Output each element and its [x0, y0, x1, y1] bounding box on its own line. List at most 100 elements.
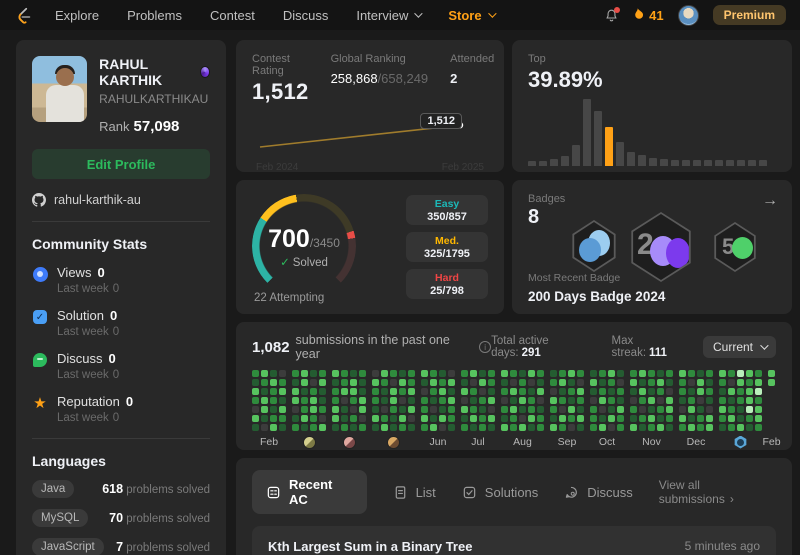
heatmap-cell: [568, 406, 575, 413]
heatmap-cell: [350, 415, 357, 422]
heatmap-cell: [292, 370, 299, 377]
axis-end-label: Feb 2025: [441, 162, 484, 173]
stat-sub-value: 0: [112, 326, 120, 338]
heatmap-cell: [261, 424, 268, 431]
notifications-bell-icon[interactable]: [604, 6, 621, 23]
histogram-bar: [649, 157, 657, 166]
histogram-bar: [704, 159, 712, 166]
info-icon[interactable]: [479, 341, 492, 353]
heatmap-cell: [679, 424, 686, 431]
heatmap-cell: [301, 424, 308, 431]
badge-50-days-icon: 5: [714, 222, 756, 272]
stat-name: Solution: [57, 308, 104, 323]
rating-histogram[interactable]: [528, 99, 776, 166]
check-icon: ✓: [280, 257, 290, 269]
language-count-value: 7: [116, 540, 124, 554]
heatmap-cell: [421, 370, 428, 377]
difficulty-label: Easy: [434, 197, 460, 210]
profile-photo[interactable]: [32, 56, 88, 122]
edit-profile-button[interactable]: Edit Profile: [32, 149, 210, 179]
global-ranking-value: 258,868: [330, 71, 378, 86]
language-solved-count: 70 problems solved: [109, 511, 210, 525]
stat-sub-value: 0: [112, 283, 120, 295]
badges-arrow-icon[interactable]: [762, 192, 778, 210]
heatmap-cell: [310, 424, 317, 431]
heatmap-cell: [479, 388, 486, 395]
heatmap-cell: [439, 370, 446, 377]
daily-streak[interactable]: 41: [633, 8, 664, 23]
heatmap-cell: [372, 424, 379, 431]
nav-item-explore[interactable]: Explore: [55, 8, 99, 23]
heatmap-cell: [737, 406, 744, 413]
tab-solutions[interactable]: Solutions: [462, 478, 538, 507]
heatmap-cell: [528, 370, 535, 377]
github-link[interactable]: rahul-karthik-au: [32, 193, 210, 207]
difficulty-box-med[interactable]: Med. 325/1795: [406, 232, 488, 262]
nav-item-store[interactable]: Store: [448, 8, 497, 23]
recent-submission-row[interactable]: Kth Largest Sum in a Binary Tree 5 minute…: [252, 526, 776, 555]
heatmap-cell: [568, 424, 575, 431]
heatmap-cell: [537, 424, 544, 431]
heatmap-cell: [657, 370, 664, 377]
heatmap-cell: [706, 370, 713, 377]
premium-button[interactable]: Premium: [712, 5, 786, 25]
heatmap-cell: [679, 397, 686, 404]
heatmap-cell: [372, 388, 379, 395]
language-tag-java[interactable]: Java: [32, 480, 75, 498]
heatmap-cell: [310, 370, 317, 377]
nav-item-interview[interactable]: Interview: [356, 8, 424, 23]
heatmap-cell: [350, 406, 357, 413]
language-tag-mysql[interactable]: MySQL: [32, 509, 89, 527]
heatmap-cell: [666, 424, 673, 431]
contest-rating-value: 1,512: [252, 79, 309, 104]
language-row: JavaScript 7 problems solved: [32, 538, 210, 555]
heatmap-cell: [332, 388, 339, 395]
heatmap-cell: [577, 424, 584, 431]
difficulty-box-easy[interactable]: Easy 350/857: [406, 195, 488, 225]
languages-list: Java 618 problems solved MySQL 70 problems …: [32, 480, 210, 555]
heatmap-cell: [608, 415, 615, 422]
contest-rating-chart[interactable]: 1,512 Feb 2024 Feb 2025: [252, 107, 488, 173]
list-icon: [393, 485, 408, 500]
language-tag-javascript[interactable]: JavaScript: [32, 538, 104, 555]
stat-label: Reputation 0: [57, 394, 133, 409]
heatmap-cell: [372, 415, 379, 422]
nav-item-problems[interactable]: Problems: [127, 8, 182, 23]
language-row: Java 618 problems solved: [32, 480, 210, 498]
nav-item-label: Discuss: [282, 7, 329, 23]
solved-donut[interactable]: 700/3450 ✓ Solved: [252, 194, 356, 298]
languages-title: Languages: [32, 453, 106, 469]
heatmap-cell: [528, 397, 535, 404]
heatmap-cell: [559, 424, 566, 431]
heatmap-cell: [372, 406, 379, 413]
heatmap-cell: [332, 370, 339, 377]
heatmap-cell: [537, 379, 544, 386]
submission-calendar[interactable]: [252, 370, 776, 431]
histogram-bar: [671, 159, 679, 166]
heatmap-cell: [599, 424, 606, 431]
difficulty-box-hard[interactable]: Hard 25/798: [406, 269, 488, 299]
heatmap-cell: [697, 415, 704, 422]
heatmap-cell: [270, 415, 277, 422]
rating-tooltip: 1,512: [420, 113, 462, 129]
tab-list[interactable]: List: [393, 478, 436, 507]
range-dropdown[interactable]: Current: [702, 336, 776, 358]
nav-item-discuss[interactable]: Discuss: [283, 8, 329, 23]
tab-discuss[interactable]: Discuss: [564, 478, 633, 507]
tab-recent-ac[interactable]: Recent AC: [252, 470, 367, 514]
recent-badge-label: Most Recent Badge: [528, 272, 621, 284]
heatmap-cell: [519, 397, 526, 404]
community-stat-row: Discuss 0 Last week 0: [32, 351, 210, 381]
heatmap-cell: [252, 424, 259, 431]
heatmap-cell: [501, 370, 508, 377]
nav-item-contest[interactable]: Contest: [210, 8, 255, 23]
heatmap-cell: [488, 370, 495, 377]
heatmap-cell: [688, 397, 695, 404]
difficulty-value: 325/1795: [424, 247, 470, 260]
stat-sub-value: 0: [112, 412, 120, 424]
heatmap-cell: [430, 388, 437, 395]
leetcode-logo-icon[interactable]: [14, 6, 33, 25]
heatmap-cell: [350, 388, 357, 395]
view-all-submissions-link[interactable]: View all submissions: [659, 478, 776, 506]
user-avatar[interactable]: [677, 4, 699, 26]
